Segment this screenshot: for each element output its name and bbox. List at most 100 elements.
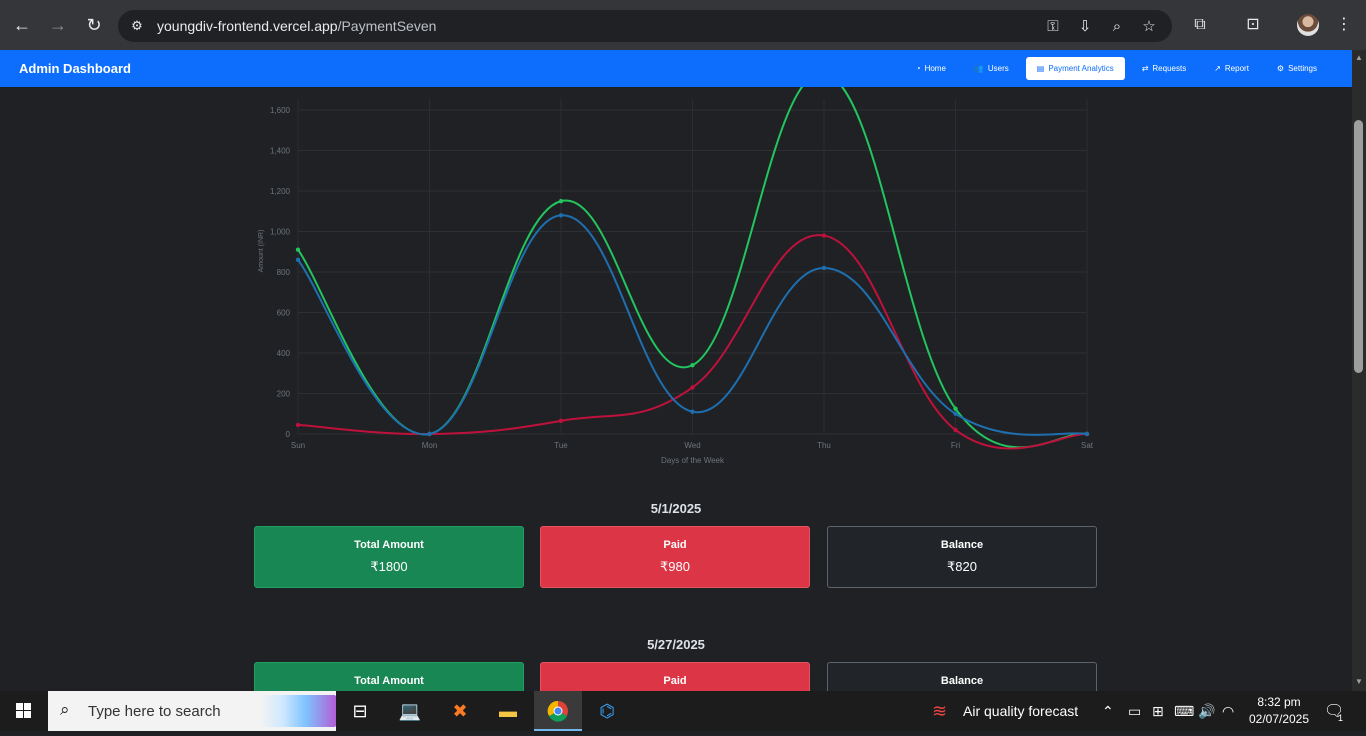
scroll-up-arrow-icon[interactable]: ▲ xyxy=(1352,52,1366,64)
menu-kebab-icon[interactable]: ⋮ xyxy=(1333,14,1355,36)
nav-link-label: Report xyxy=(1224,64,1249,73)
task-view-icon[interactable]: ⊟ xyxy=(336,691,384,731)
x-tick-label: Sat xyxy=(1081,441,1094,450)
dashboard-icon: ◔ xyxy=(915,64,921,73)
data-point xyxy=(1084,431,1090,437)
bookmark-star-icon[interactable]: ☆ xyxy=(1139,17,1159,37)
balance-card: Balance ₹820 xyxy=(827,526,1097,588)
data-point xyxy=(690,362,695,368)
weather-text[interactable]: Air quality forecast xyxy=(963,703,1078,719)
meet-now-icon[interactable]: ▭ xyxy=(1128,703,1141,720)
file-explorer-icon[interactable]: ▬ xyxy=(484,691,532,731)
zoom-icon[interactable]: ⌕ xyxy=(1107,17,1127,37)
url-text[interactable]: youngdiv-frontend.vercel.app/PaymentSeve… xyxy=(157,18,436,34)
data-point xyxy=(295,422,301,428)
install-app-icon[interactable]: ⇩ xyxy=(1075,17,1095,37)
nav-link-payment-analytics[interactable]: ▤ Payment Analytics xyxy=(1025,57,1125,80)
data-point xyxy=(690,409,695,414)
scrollbar-thumb[interactable] xyxy=(1354,120,1363,373)
taskbar-clock[interactable]: 8:32 pm 02/07/2025 xyxy=(1244,694,1314,728)
air-quality-icon[interactable]: ≋ xyxy=(932,701,947,722)
key-icon[interactable]: ⚿ xyxy=(1043,17,1063,37)
x-axis-title: Days of the Week xyxy=(661,456,725,465)
section-date: 5/27/2025 xyxy=(647,637,705,652)
address-bar[interactable]: ⚙ youngdiv-frontend.vercel.app/PaymentSe… xyxy=(118,10,1172,42)
forward-arrow-icon[interactable]: → xyxy=(46,13,70,37)
nav-link-label: Requests xyxy=(1152,64,1187,73)
chrome-icon[interactable] xyxy=(534,691,582,731)
data-point xyxy=(558,213,564,218)
keyboard-icon[interactable]: ⌨ xyxy=(1174,703,1194,720)
brand-title[interactable]: Admin Dashboard xyxy=(19,61,131,76)
card-label: Paid xyxy=(663,539,687,551)
nav-link-label: Home xyxy=(924,64,946,73)
total-amount-card: Total Amount ₹1800 xyxy=(254,526,524,588)
y-tick-label: 0 xyxy=(286,430,291,439)
x-tick-label: Thu xyxy=(817,441,831,450)
windows-taskbar: ⌕ Type here to search ⊟ 💻 ✖ ▬ ⌬ ≋ Air qu… xyxy=(0,691,1366,731)
y-tick-label: 1,600 xyxy=(270,106,291,115)
y-tick-label: 800 xyxy=(277,268,291,277)
data-point xyxy=(953,427,958,433)
card-label: Paid xyxy=(663,675,687,687)
card-label: Balance xyxy=(940,675,984,687)
network-monitor-icon[interactable]: ⊞ xyxy=(1152,703,1164,720)
data-point xyxy=(558,418,564,424)
card-label: Balance xyxy=(940,539,984,551)
exchange-icon: ⇄ xyxy=(1141,64,1149,73)
tab-search-icon[interactable]: ⊡ xyxy=(1242,14,1264,36)
balance-card: Balance xyxy=(827,662,1097,691)
profile-avatar[interactable] xyxy=(1297,14,1319,36)
browser-toolbar: ← → ↻ ⚙ youngdiv-frontend.vercel.app/Pay… xyxy=(0,0,1366,50)
nav-links: ◔ Home 👥 Users ▤ Payment Analytics ⇄ Requests ↗ R… xyxy=(905,57,1328,80)
card-label: Total Amount xyxy=(354,539,424,551)
table-icon: ▤ xyxy=(1036,64,1045,73)
card-value: ₹1800 xyxy=(370,559,408,574)
y-tick-label: 600 xyxy=(277,309,291,318)
chevron-up-icon[interactable]: ⌃ xyxy=(1102,703,1114,720)
x-tick-label: Sun xyxy=(291,441,305,450)
card-label: Total Amount xyxy=(354,675,424,687)
data-point xyxy=(821,233,827,238)
nav-link-report[interactable]: ↗ Report xyxy=(1203,57,1260,80)
wifi-icon[interactable]: ◠ xyxy=(1222,703,1234,720)
search-placeholder: Type here to search xyxy=(88,703,221,720)
search-highlight-image xyxy=(260,695,336,727)
top-navbar: Admin Dashboard ◔ Home 👥 Users ▤ Payment Anal… xyxy=(0,50,1352,87)
data-point xyxy=(953,411,958,416)
speaker-icon[interactable]: 🔊 xyxy=(1198,703,1215,720)
gear-icon: ⚙ xyxy=(1276,64,1285,73)
data-point xyxy=(821,265,827,271)
nav-link-label: Payment Analytics xyxy=(1048,64,1114,73)
laptop-app-icon[interactable]: 💻 xyxy=(386,691,434,731)
x-tick-label: Mon xyxy=(422,441,438,450)
y-axis-title: Amount (INR) xyxy=(258,230,265,273)
vscode-icon[interactable]: ⌬ xyxy=(583,691,631,731)
search-icon: ⌕ xyxy=(60,700,70,719)
nav-link-users[interactable]: 👥 Users xyxy=(963,57,1020,80)
windows-start-icon[interactable] xyxy=(0,691,48,731)
card-value: ₹820 xyxy=(947,559,977,574)
card-value: ₹980 xyxy=(660,559,690,574)
paid-card: Paid xyxy=(540,662,810,691)
taskbar-search[interactable]: ⌕ Type here to search xyxy=(48,691,336,731)
back-arrow-icon[interactable]: ← xyxy=(10,13,34,37)
chart-icon: ↗ xyxy=(1214,64,1221,73)
nav-link-label: Settings xyxy=(1288,64,1317,73)
data-point xyxy=(690,385,695,390)
nav-link-requests[interactable]: ⇄ Requests xyxy=(1131,57,1198,80)
data-point xyxy=(295,247,301,252)
data-point xyxy=(295,257,301,263)
xampp-icon[interactable]: ✖ xyxy=(436,691,484,731)
nav-link-home[interactable]: ◔ Home xyxy=(905,57,957,80)
scroll-down-arrow-icon[interactable]: ▼ xyxy=(1352,676,1366,688)
extensions-icon[interactable]: ⧉ xyxy=(1189,14,1211,36)
y-tick-label: 1,200 xyxy=(270,187,291,196)
payment-line-chart: 0 200 400 600 800 1,000 1,200 1,400 1,600 Sun Mon T… xyxy=(258,87,1094,465)
nav-link-settings[interactable]: ⚙ Settings xyxy=(1266,57,1328,80)
clock-date: 02/07/2025 xyxy=(1248,712,1310,726)
reload-icon[interactable]: ↻ xyxy=(82,13,106,37)
nav-link-label: Users xyxy=(987,64,1009,73)
site-info-icon[interactable]: ⚙ xyxy=(128,17,146,35)
y-tick-label: 400 xyxy=(277,349,291,358)
